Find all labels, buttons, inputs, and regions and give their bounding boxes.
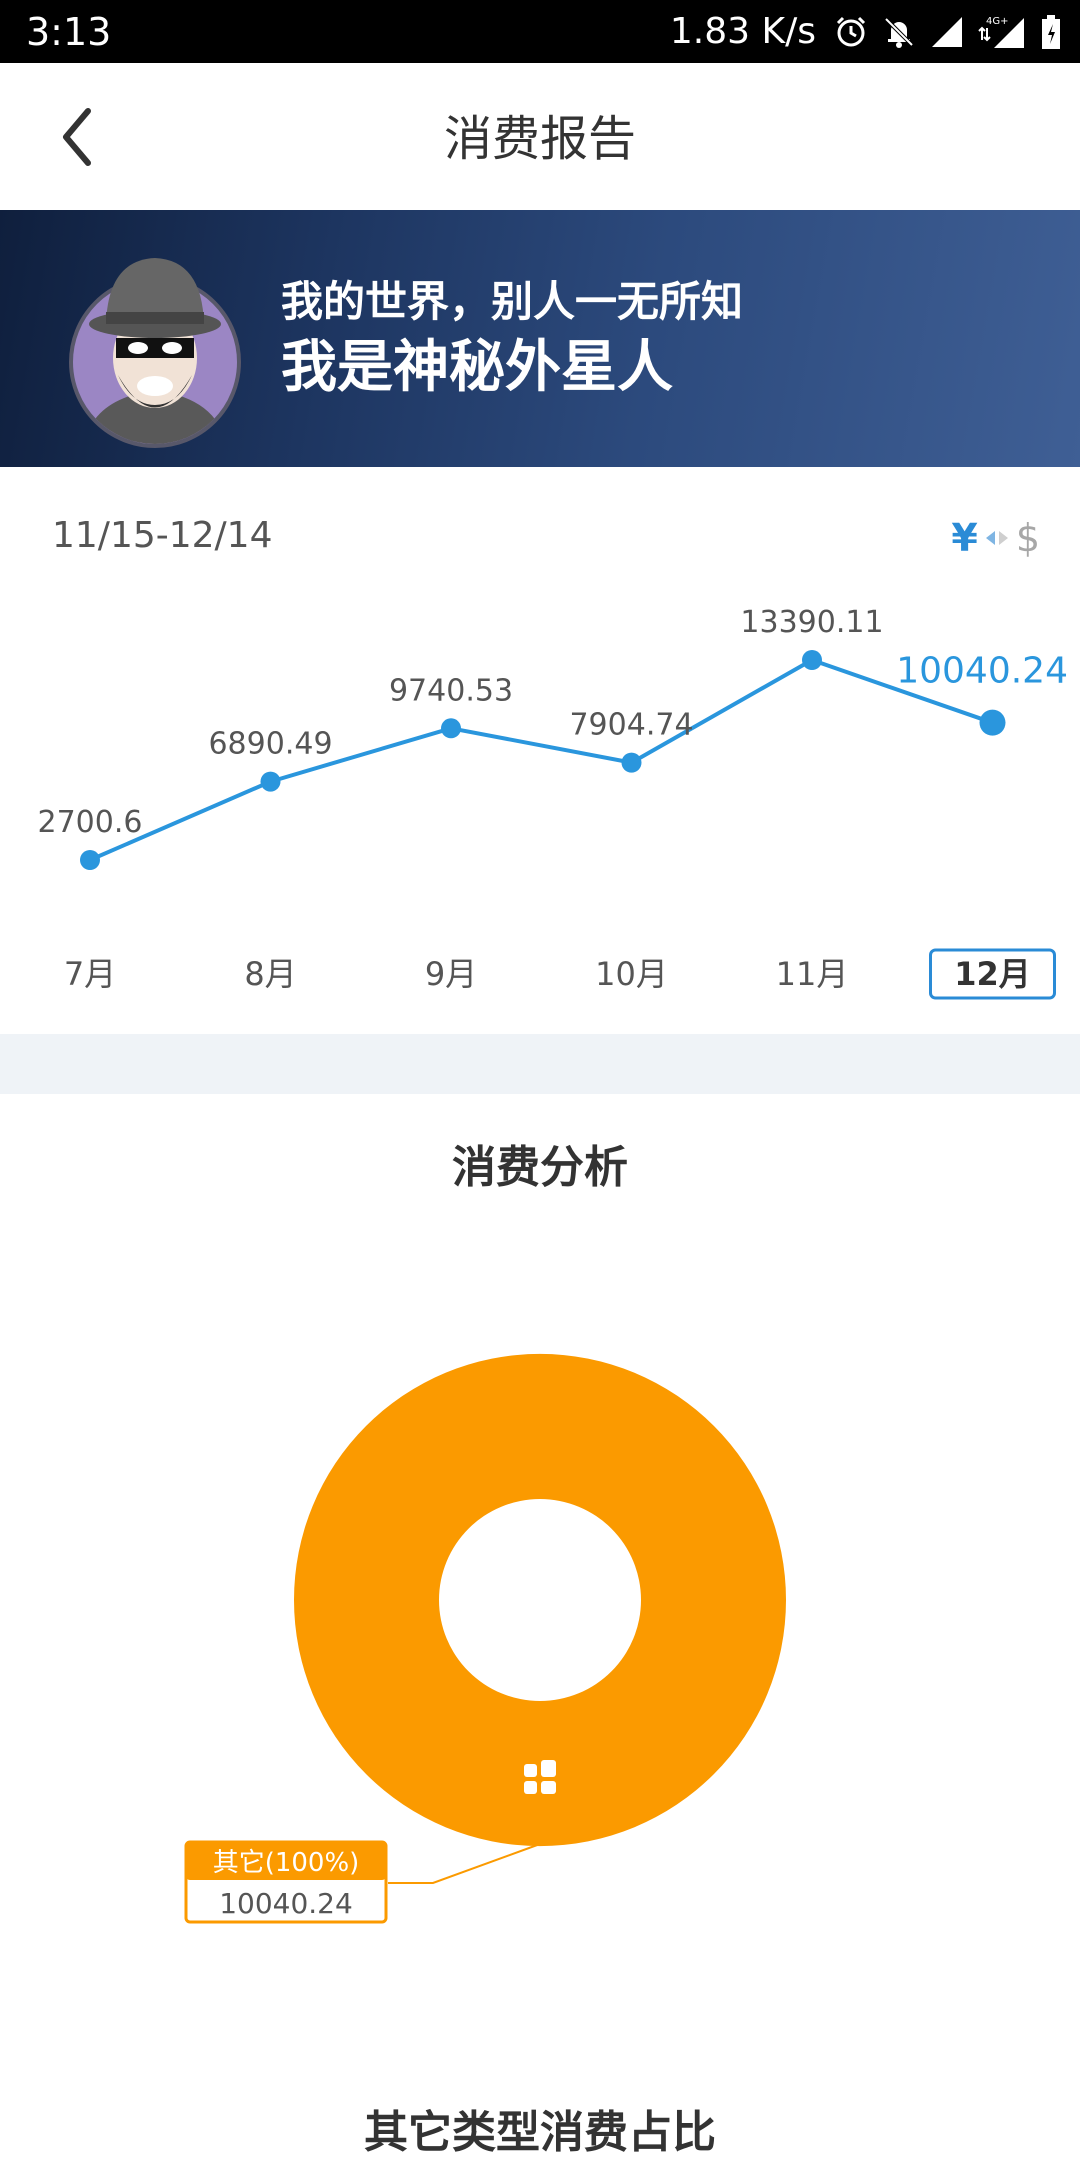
page-title: 消费报告 <box>443 111 636 167</box>
data-point-1[interactable] <box>80 850 100 870</box>
profile-tagline: 我的世界，别人一无所知 <box>281 277 744 326</box>
currency-usd[interactable]: $ <box>1016 516 1040 560</box>
monthly-spend-line-chart: 2700.6 7月 6890.49 8月 9740.53 9月 7904.74 10月 1339… <box>38 605 1068 1000</box>
data-point-2[interactable] <box>260 771 281 792</box>
data-point-4[interactable] <box>621 752 642 773</box>
data-point-6[interactable] <box>979 709 1006 736</box>
avatar <box>69 258 241 448</box>
month-tab-5[interactable]: 11月 <box>776 955 849 993</box>
slice-value: 10040.24 <box>219 1887 353 1920</box>
status-icons: 1.83 K/s 4G+ <box>670 8 1062 56</box>
analysis-title: 消费分析 <box>452 1142 628 1193</box>
profile-nickname: 我是神秘外星人 <box>281 335 673 400</box>
svg-text:4G+: 4G+ <box>986 16 1009 27</box>
data-point-5[interactable] <box>802 650 822 670</box>
signal-icon <box>932 17 962 47</box>
currency-toggle[interactable]: ¥ $ <box>951 512 1040 564</box>
notifications-off-icon <box>884 17 914 48</box>
spend-donut-chart: 其它(100%) 10040.24 <box>184 1353 786 1924</box>
slice-leader-line <box>388 1843 541 1884</box>
month-tab-4[interactable]: 10月 <box>595 955 668 993</box>
value-label-5: 13390.11 <box>740 605 883 640</box>
value-label-6: 10040.24 <box>896 651 1068 692</box>
currency-cny[interactable]: ¥ <box>951 516 977 560</box>
month-tab-3[interactable]: 9月 <box>425 955 477 993</box>
status-bar: 3:13 1.83 K/s 4G+ <box>0 0 1080 63</box>
value-label-4: 7904.74 <box>569 708 693 743</box>
donut-slice-other[interactable] <box>293 1353 786 1847</box>
battery-icon <box>1042 15 1060 49</box>
value-label-3: 9740.53 <box>389 673 513 708</box>
4g-signal-icon: 4G+ <box>978 16 1024 48</box>
value-label-2: 6890.49 <box>208 727 332 762</box>
section-divider <box>0 1034 1080 1094</box>
alarm-icon <box>836 16 866 47</box>
month-tab-1[interactable]: 7月 <box>64 955 116 993</box>
date-range: 11/15-12/14 <box>52 515 273 556</box>
net-speed: 1.83 K/s <box>669 11 816 52</box>
value-label-1: 2700.6 <box>38 805 143 840</box>
swap-arrows-icon <box>985 531 1008 545</box>
slice-label: 其它(100%) <box>213 1848 360 1878</box>
month-tab-2[interactable]: 8月 <box>244 955 296 993</box>
app-bar: 消费报告 <box>0 63 1080 210</box>
data-point-3[interactable] <box>441 718 461 739</box>
other-type-title: 其它类型消费占比 <box>364 2107 716 2158</box>
month-tab-6[interactable]: 12月 <box>954 955 1031 993</box>
status-time: 3:13 <box>26 10 112 54</box>
profile-banner: 我的世界，别人一无所知 我是神秘外星人 <box>0 210 1080 467</box>
